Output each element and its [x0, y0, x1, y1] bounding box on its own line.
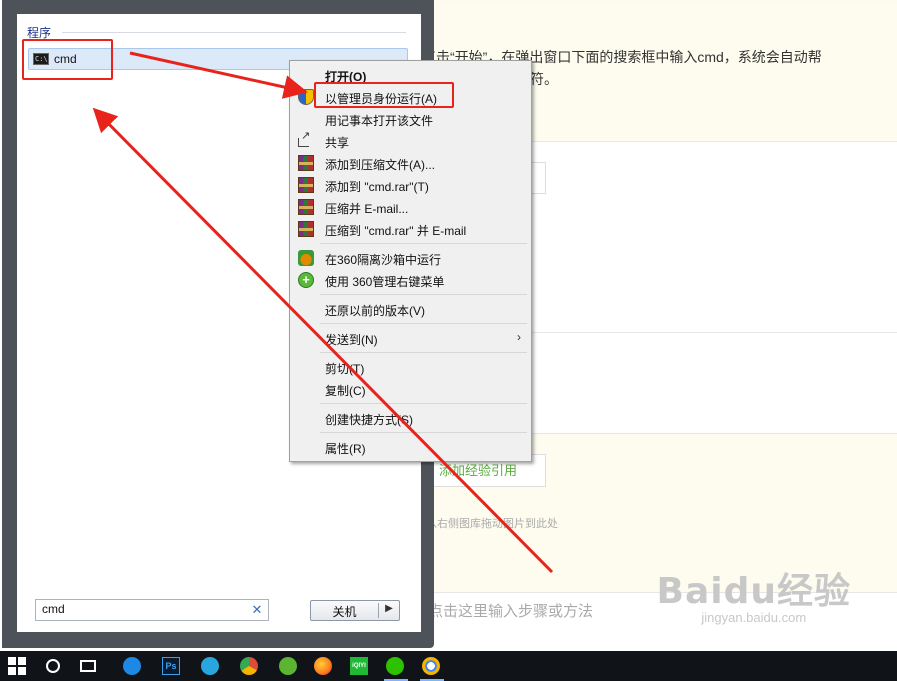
- menu-item-compress-to-cmd-rar-and-email[interactable]: 压缩到 "cmd.rar" 并 E-mail: [292, 218, 529, 240]
- uac-shield-icon: [298, 89, 314, 105]
- menu-item-create-shortcut[interactable]: 创建快捷方式(S): [292, 407, 529, 429]
- taskbar-app-photoshop[interactable]: Ps: [154, 651, 190, 681]
- taskbar-app-green-browser[interactable]: [271, 651, 307, 681]
- menu-item-label: 压缩并 E-mail...: [325, 202, 409, 216]
- chrome-like-browser-icon: [240, 657, 258, 675]
- photoshop-icon: Ps: [162, 657, 180, 675]
- taskbar-app-wechat[interactable]: [378, 651, 414, 681]
- menu-item-restore-previous-versions[interactable]: 还原以前的版本(V): [292, 298, 529, 320]
- menu-item-label: 创建快捷方式(S): [325, 413, 413, 427]
- winrar-icon: [298, 199, 314, 215]
- 360-sandbox-icon: [298, 250, 314, 266]
- taskbar-app-iqiyi[interactable]: iQIYI: [342, 651, 378, 681]
- menu-item-360-context-manager[interactable]: + 使用 360管理右键菜单: [292, 269, 529, 291]
- firefox-icon: [314, 657, 332, 675]
- internet-explorer-icon: [123, 657, 141, 675]
- menu-item-add-to-archive[interactable]: 添加到压缩文件(A)...: [292, 152, 529, 174]
- menu-item-add-to-cmd-rar[interactable]: 添加到 "cmd.rar"(T): [292, 174, 529, 196]
- context-menu: 打开(O) 以管理员身份运行(A) 用记事本打开该文件 共享 添加到压缩文件(A…: [289, 60, 532, 462]
- highlight-run-as-admin: [314, 82, 454, 108]
- menu-item-cut[interactable]: 剪切(T): [292, 356, 529, 378]
- menu-item-label: 共享: [325, 136, 350, 150]
- shutdown-options-arrow-icon[interactable]: ▶: [381, 603, 397, 614]
- green-browser-icon: [279, 657, 297, 675]
- section-divider: [62, 32, 406, 33]
- shutdown-label: 关机: [332, 605, 357, 619]
- taskbar-app-ie[interactable]: [115, 651, 151, 681]
- clear-x-icon[interactable]: ✕: [250, 603, 264, 617]
- shutdown-button[interactable]: 关机 ▶: [310, 600, 400, 621]
- menu-item-label: 属性(R): [325, 442, 366, 456]
- menu-item-label: 发送到(N): [325, 333, 378, 347]
- winrar-icon: [298, 177, 314, 193]
- taskbar-app-browser[interactable]: [414, 651, 450, 681]
- iqiyi-icon: iQIYI: [350, 657, 368, 675]
- winrar-icon: [298, 221, 314, 237]
- menu-item-label: 用记事本打开该文件: [325, 114, 434, 128]
- browser-icon: [422, 657, 440, 675]
- menu-item-open-with-notepad[interactable]: 用记事本打开该文件: [292, 108, 529, 130]
- menu-item-run-in-360-sandbox[interactable]: 在360隔离沙箱中运行: [292, 247, 529, 269]
- search-input-value: cmd: [42, 602, 65, 616]
- task-view-icon: [80, 660, 96, 672]
- menu-item-label: 在360隔离沙箱中运行: [325, 253, 442, 267]
- menu-item-copy[interactable]: 复制(C): [292, 378, 529, 400]
- watermark-logo: Baidu经验: [656, 571, 851, 612]
- maxthon-browser-icon: [201, 657, 219, 675]
- step-input-placeholder[interactable]: 点击这里输入步骤或方法: [428, 600, 593, 621]
- menu-item-share[interactable]: 共享: [292, 129, 529, 152]
- submenu-chevron-icon: ›: [517, 330, 521, 344]
- taskbar-app-firefox[interactable]: [306, 651, 342, 681]
- menu-separator: [320, 403, 527, 404]
- menu-item-label: 复制(C): [325, 384, 366, 398]
- menu-item-label: 压缩到 "cmd.rar" 并 E-mail: [325, 224, 467, 238]
- menu-item-compress-and-email[interactable]: 压缩并 E-mail...: [292, 196, 529, 218]
- menu-item-label: 添加到压缩文件(A)...: [325, 158, 435, 172]
- taskbar: Ps iQIYI: [0, 651, 897, 681]
- taskbar-app-browser-colorful[interactable]: [232, 651, 268, 681]
- winrar-icon: [298, 155, 314, 171]
- start-search-input[interactable]: cmd ✕: [35, 599, 269, 621]
- menu-item-send-to[interactable]: 发送到(N) ›: [292, 327, 529, 349]
- menu-item-label: 剪切(T): [325, 362, 365, 376]
- highlight-cmd-result: [22, 39, 113, 80]
- baidu-jingyan-watermark: Baidu经验 jingyan.baidu.com: [657, 562, 851, 625]
- menu-item-label: 还原以前的版本(V): [325, 304, 425, 318]
- cortana-search-button[interactable]: [36, 651, 72, 681]
- wechat-icon: [386, 657, 404, 675]
- menu-item-label: 使用 360管理右键菜单: [325, 275, 445, 289]
- menu-separator: [320, 432, 527, 433]
- 360-manager-icon: +: [298, 272, 314, 288]
- share-icon: [298, 129, 310, 147]
- menu-separator: [320, 352, 527, 353]
- menu-separator: [320, 323, 527, 324]
- menu-separator: [320, 294, 527, 295]
- shutdown-separator: [378, 603, 379, 618]
- cortana-search-icon: [46, 659, 60, 673]
- windows-start-button[interactable]: [0, 651, 36, 681]
- menu-item-properties[interactable]: 属性(R): [292, 436, 529, 458]
- windows-start-icon: [8, 657, 26, 675]
- menu-separator: [320, 243, 527, 244]
- task-view-button[interactable]: [72, 651, 108, 681]
- menu-item-label: 添加到 "cmd.rar"(T): [325, 180, 429, 194]
- drag-image-hint: 从右侧图库拖动图片到此处: [426, 518, 558, 530]
- taskbar-app-maxthon[interactable]: [193, 651, 229, 681]
